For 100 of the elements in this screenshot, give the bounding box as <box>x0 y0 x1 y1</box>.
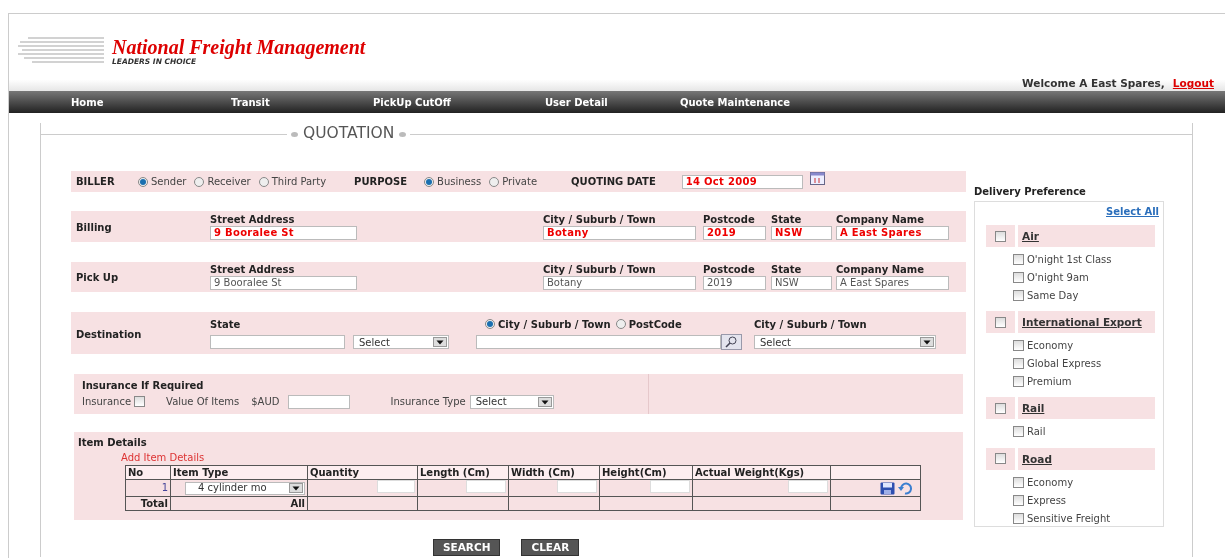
radio-button[interactable] <box>424 176 435 187</box>
input-field[interactable] <box>788 480 828 493</box>
input-field[interactable]: Botany <box>543 225 696 240</box>
field-label: State <box>771 213 803 226</box>
search-icon[interactable] <box>721 333 742 350</box>
field-label: Company Name <box>836 264 925 276</box>
checkbox[interactable] <box>995 453 1006 465</box>
field-label: Insurance <box>82 395 132 409</box>
date-field[interactable]: 14 Oct 2009 <box>681 174 803 189</box>
dropdown[interactable]: 4 cylinder mo <box>185 481 305 495</box>
input-field[interactable]: 9 Booralee St <box>210 225 357 240</box>
dropdown[interactable]: Select <box>469 394 554 409</box>
input-field[interactable]: A East Spares <box>836 225 949 240</box>
input-field[interactable] <box>650 480 690 493</box>
option-label: Global Express <box>1027 357 1102 372</box>
group-link[interactable]: Air <box>1022 231 1039 241</box>
option-label: Sensitive Freight <box>1027 511 1111 526</box>
logo-title: National Freight Management <box>112 37 366 57</box>
field-label: Insurance Type <box>390 395 466 409</box>
field-label: City / Suburb / Town <box>543 213 657 226</box>
undo-icon[interactable] <box>898 481 912 495</box>
checkbox[interactable] <box>134 396 146 407</box>
checkbox[interactable] <box>1013 289 1024 301</box>
checkbox[interactable] <box>1013 477 1024 489</box>
radio-label: Private <box>502 175 538 189</box>
field-label: State <box>210 318 242 332</box>
column-header: Width (Cm) <box>508 465 600 480</box>
option-label: Same Day <box>1027 288 1079 303</box>
input-field[interactable] <box>466 480 506 493</box>
action-button[interactable]: SEARCH <box>433 539 501 556</box>
panel-title: Insurance If Required <box>82 379 205 393</box>
caret-icon <box>537 396 552 407</box>
checkbox[interactable] <box>1013 375 1024 387</box>
field-label: State <box>771 264 803 276</box>
action-button[interactable]: CLEAR <box>521 539 580 556</box>
option-label: Economy <box>1027 339 1074 354</box>
table-cell: 1 <box>125 479 171 497</box>
column-header: Actual Weight(Kgs) <box>692 465 831 480</box>
checkbox[interactable] <box>1013 358 1024 370</box>
checkbox[interactable] <box>1013 426 1024 438</box>
row-label: Pick Up <box>75 270 120 285</box>
checkbox[interactable] <box>995 230 1006 242</box>
save-icon[interactable] <box>879 481 895 495</box>
dropdown[interactable]: Select <box>353 335 449 349</box>
caret-icon <box>433 337 447 347</box>
option-label: Premium <box>1027 374 1072 389</box>
nav-link[interactable]: Quote Maintenance <box>680 94 791 110</box>
radio-label: PostCode <box>628 317 682 332</box>
checkbox[interactable] <box>1013 512 1024 524</box>
radio-label: Sender <box>151 175 187 189</box>
welcome-text: Welcome A East Spares, <box>1022 76 1165 92</box>
panel-title: Item Details <box>78 436 148 450</box>
field-label: Postcode <box>703 264 756 276</box>
nav-link[interactable]: PickUp CutOff <box>373 94 451 110</box>
option-label: O'night 1st Class <box>1027 253 1112 268</box>
input-field[interactable]: 2019 <box>703 225 766 240</box>
input-field[interactable] <box>377 480 415 493</box>
calendar-icon[interactable] <box>809 172 825 185</box>
group-link[interactable]: Road <box>1022 453 1052 464</box>
group-link[interactable]: Rail <box>1022 403 1045 414</box>
option-label: O'night 9am <box>1027 271 1089 286</box>
panel-title: Delivery Preference <box>974 185 1087 199</box>
radio-button[interactable] <box>485 319 495 329</box>
caret-icon <box>289 483 303 493</box>
checkbox[interactable] <box>995 316 1006 328</box>
input-field[interactable]: NSW <box>771 225 832 240</box>
radio-button[interactable] <box>194 176 205 187</box>
group-link[interactable]: International Export <box>1022 317 1142 328</box>
row-label: Billing <box>75 221 113 235</box>
checkbox[interactable] <box>995 402 1006 414</box>
radio-button[interactable] <box>489 176 500 187</box>
radio-button[interactable] <box>138 176 148 187</box>
select-all-link[interactable]: Select All <box>1106 204 1159 219</box>
nav-link[interactable]: Home <box>71 94 104 110</box>
field-label: $AUD <box>251 395 280 409</box>
input-field[interactable] <box>288 394 351 409</box>
dropdown[interactable]: Select <box>754 335 936 349</box>
nav-link[interactable]: User Detail <box>545 94 608 110</box>
row-label: Destination <box>75 328 143 342</box>
radio-button[interactable] <box>615 319 626 329</box>
bullet-icon <box>399 131 407 137</box>
radio-button[interactable] <box>258 176 269 187</box>
checkbox[interactable] <box>1013 494 1024 506</box>
option-label: Express <box>1027 493 1067 508</box>
add-item-link[interactable]: Add Item Details <box>121 450 205 465</box>
section-title: QUOTATION <box>303 123 395 145</box>
nav-link[interactable]: Transit <box>231 94 270 110</box>
checkbox[interactable] <box>1013 272 1024 284</box>
input-field[interactable] <box>476 334 721 349</box>
radio-label: City / Suburb / Town <box>498 317 611 332</box>
logout-link[interactable]: Logout <box>1172 76 1214 92</box>
checkbox[interactable] <box>1013 340 1024 352</box>
field-label: Street Address <box>210 264 296 276</box>
field-label: Street Address <box>210 213 296 226</box>
checkbox[interactable] <box>1013 254 1024 266</box>
column-header: Length (Cm) <box>417 465 509 480</box>
field-label: City / Suburb / Town <box>754 317 868 332</box>
field-label: Company Name <box>836 213 925 226</box>
input-field[interactable] <box>557 480 597 493</box>
input-field[interactable] <box>210 335 345 349</box>
